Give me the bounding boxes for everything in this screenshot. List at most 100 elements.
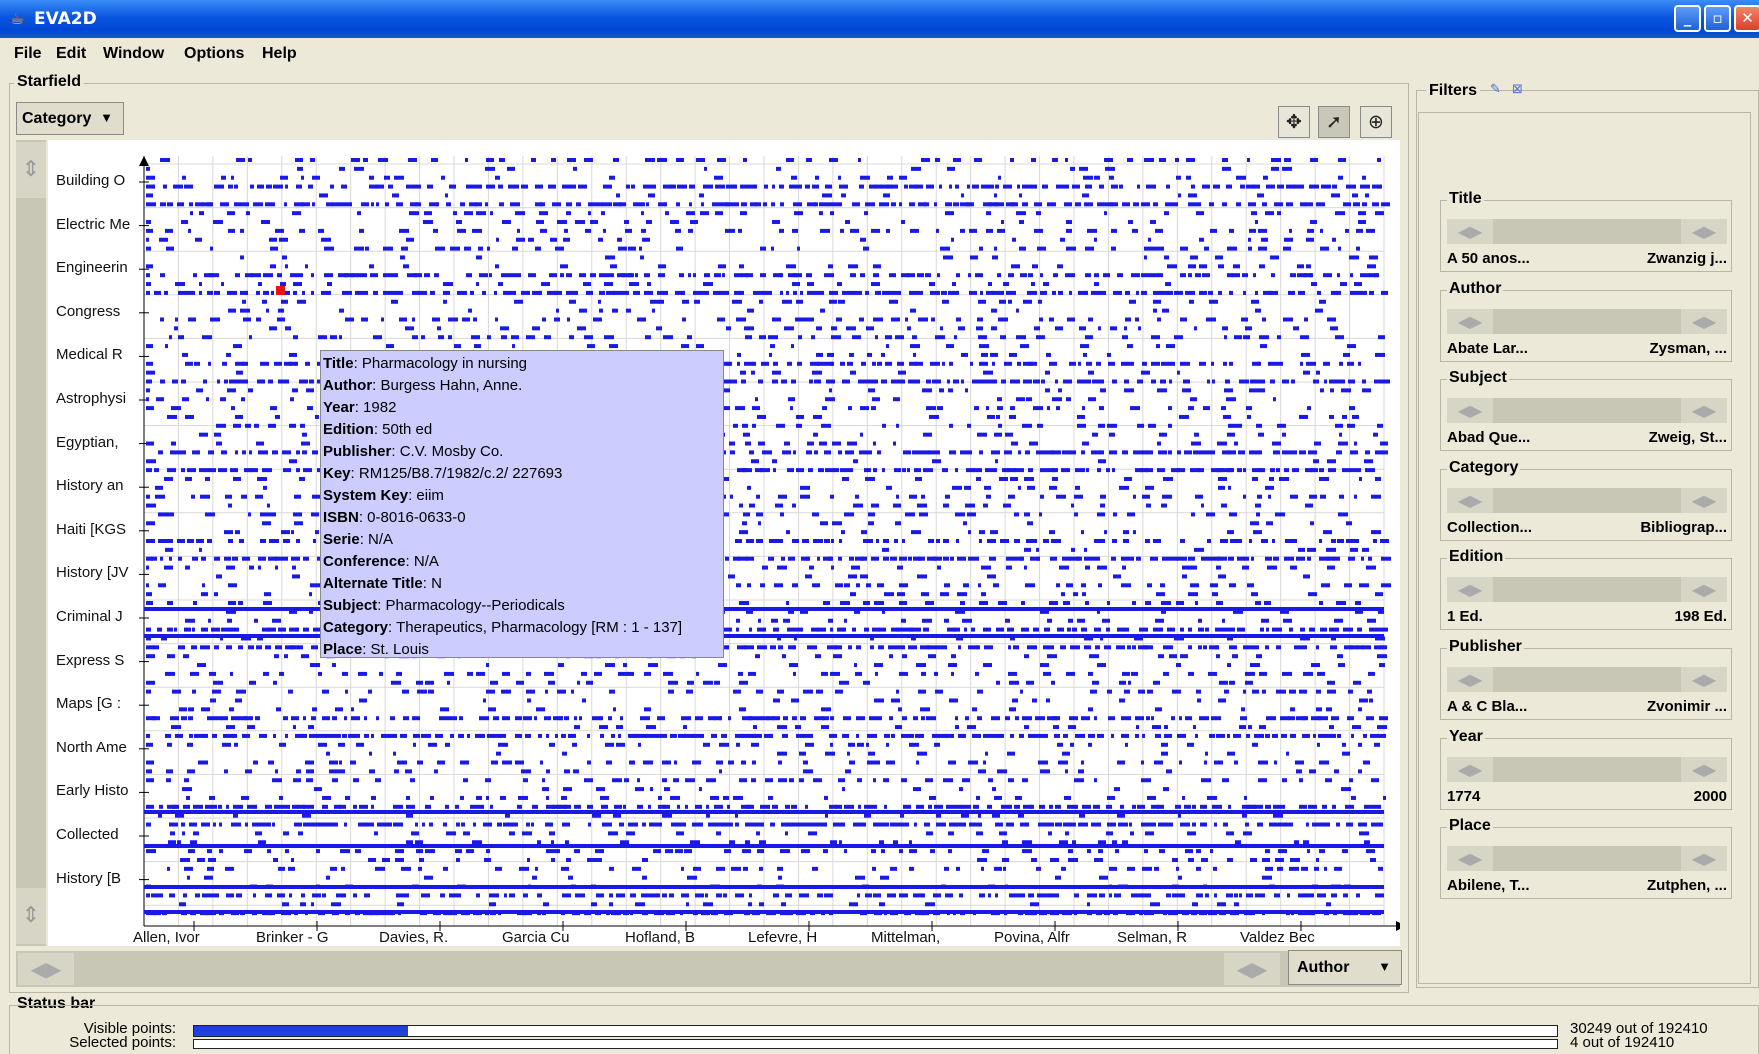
starfield-svg[interactable] xyxy=(48,140,1400,946)
scroll-right-arrow-icon[interactable]: ◀▶ xyxy=(1224,953,1280,985)
range-max-handle-icon[interactable]: ◀▶ xyxy=(1681,219,1727,244)
range-slider[interactable]: ◀▶ ◀▶ xyxy=(1447,756,1727,782)
menu-help[interactable]: Help xyxy=(262,45,297,63)
tooltip-field: Publisher: C.V. Mosby Co. xyxy=(323,441,721,463)
y-axis-label: Express S xyxy=(56,651,125,669)
tooltip-key: Year xyxy=(323,399,355,416)
filter-subject: Subject ◀▶ ◀▶ Abad Que... Zweig, St... xyxy=(1440,369,1732,452)
zoom-icon[interactable]: ⊕ xyxy=(1360,106,1392,138)
move-icon[interactable]: ✥ xyxy=(1278,106,1310,138)
y-axis-attribute-dropdown[interactable]: Category ▼ xyxy=(16,102,124,135)
tooltip-value: : N/A xyxy=(405,553,439,570)
vertical-range-scrollbar[interactable]: ⇕ ⇕ xyxy=(16,140,46,946)
range-min-handle-icon[interactable]: ◀▶ xyxy=(1447,667,1493,692)
tooltip-field: Place: St. Louis xyxy=(323,639,721,661)
x-axis-attribute-dropdown[interactable]: Author ▼ xyxy=(1288,950,1402,985)
tooltip-field: Key: RM125/B8.7/1982/c.2/ 227693 xyxy=(323,463,721,485)
tooltip-key: Author xyxy=(323,377,373,394)
x-axis-label: Allen, Ivor xyxy=(133,929,200,946)
tooltip-field: Author: Burgess Hahn, Anne. xyxy=(323,375,721,397)
horizontal-range-scrollbar[interactable]: ◀▶ ◀▶ xyxy=(16,951,1400,987)
tooltip-value: : Burgess Hahn, Anne. xyxy=(372,377,523,394)
selected-points-label: Selected points: xyxy=(69,1034,176,1051)
filter-min-value: 1 Ed. xyxy=(1447,608,1483,626)
filter-label: Subject xyxy=(1447,369,1509,388)
range-max-handle-icon[interactable]: ◀▶ xyxy=(1681,756,1727,782)
filter-min-value: Collection... xyxy=(1447,518,1533,536)
filter-min-value: Abilene, T... xyxy=(1447,877,1530,895)
filter-min-value: A & C Bla... xyxy=(1447,698,1528,715)
y-axis-label: North Ame xyxy=(56,738,127,756)
filter-label: Title xyxy=(1447,190,1484,208)
minimize-button[interactable]: _ xyxy=(1674,5,1701,32)
filter-max-value: Zysman, ... xyxy=(1649,339,1727,357)
filter-label: Year xyxy=(1447,727,1485,746)
scroll-left-arrow-icon[interactable]: ◀▶ xyxy=(18,953,74,985)
range-slider[interactable]: ◀▶ ◀▶ xyxy=(1447,308,1727,334)
filter-max-value: 2000 xyxy=(1693,787,1727,805)
y-axis-label: Maps [G : xyxy=(56,695,122,713)
tooltip-key: Alternate Title xyxy=(323,575,423,592)
y-axis-label: Egyptian, xyxy=(56,433,119,451)
range-slider[interactable]: ◀▶ ◀▶ xyxy=(1447,667,1727,692)
menu-edit[interactable]: Edit xyxy=(56,45,86,63)
maximize-button[interactable]: ▫ xyxy=(1704,5,1731,32)
range-max-handle-icon[interactable]: ◀▶ xyxy=(1681,667,1727,692)
java-app-icon: ☕ xyxy=(10,9,25,28)
filter-label: Edition xyxy=(1447,548,1506,567)
tooltip-field: Serie: N/A xyxy=(323,529,721,551)
range-min-handle-icon[interactable]: ◀▶ xyxy=(1447,398,1493,424)
y-axis-label: Collected xyxy=(56,826,119,843)
tooltip-value: : Pharmacology--Periodicals xyxy=(377,597,565,614)
range-max-handle-icon[interactable]: ◀▶ xyxy=(1681,577,1727,603)
tooltip-value: : eiim xyxy=(408,487,444,504)
edit-filters-icon[interactable]: ✎ xyxy=(1490,82,1501,97)
range-max-handle-icon[interactable]: ◀▶ xyxy=(1681,398,1727,424)
menu-bar: File Edit Window Options Help xyxy=(0,40,1759,68)
range-min-handle-icon[interactable]: ◀▶ xyxy=(1447,219,1493,244)
range-max-handle-icon[interactable]: ◀▶ xyxy=(1681,308,1727,334)
range-min-handle-icon[interactable]: ◀▶ xyxy=(1447,308,1493,334)
range-min-handle-icon[interactable]: ◀▶ xyxy=(1447,487,1493,513)
menu-file[interactable]: File xyxy=(14,45,42,63)
range-slider[interactable]: ◀▶ ◀▶ xyxy=(1447,398,1727,424)
x-axis-label: Valdez Bec xyxy=(1240,929,1315,946)
selected-point[interactable] xyxy=(276,286,285,295)
filter-label: Author xyxy=(1447,279,1504,298)
filter-max-value: Zwanzig j... xyxy=(1646,250,1727,267)
filter-min-value: A 50 anos... xyxy=(1447,250,1530,267)
scroll-up-arrow-icon[interactable]: ⇕ xyxy=(16,142,46,198)
filter-year: Year ◀▶ ◀▶ 1774 2000 xyxy=(1440,727,1732,810)
range-max-handle-icon[interactable]: ◀▶ xyxy=(1681,846,1727,872)
menu-window[interactable]: Window xyxy=(103,45,164,63)
y-axis-label: Electric Me xyxy=(56,215,131,233)
filters-title: Filters xyxy=(1426,82,1481,100)
tooltip-key: Title xyxy=(323,355,354,372)
visible-points-fill xyxy=(194,1026,408,1036)
range-slider[interactable]: ◀▶ ◀▶ xyxy=(1447,487,1727,513)
range-slider[interactable]: ◀▶ ◀▶ xyxy=(1447,577,1727,603)
range-slider[interactable]: ◀▶ ◀▶ xyxy=(1447,846,1727,872)
close-button[interactable]: ✕ xyxy=(1734,5,1759,32)
tooltip-value: : St. Louis xyxy=(362,641,429,658)
menu-options[interactable]: Options xyxy=(184,45,244,63)
x-axis-label: Brinker - G xyxy=(256,929,329,946)
pointer-icon[interactable]: ➚ xyxy=(1318,106,1350,138)
tooltip-key: Subject xyxy=(323,597,378,614)
tooltip-value: : 0-8016-0633-0 xyxy=(358,509,466,526)
range-min-handle-icon[interactable]: ◀▶ xyxy=(1447,846,1493,872)
tooltip-key: System Key xyxy=(323,487,409,504)
clear-filters-icon[interactable]: ⊠ xyxy=(1512,82,1523,97)
starfield-plot[interactable]: Building O Electric Me Engineerin Congress M… xyxy=(48,140,1400,946)
y-axis-label: Criminal J xyxy=(56,608,123,625)
tooltip-field: Edition: 50th ed xyxy=(323,419,721,441)
range-min-handle-icon[interactable]: ◀▶ xyxy=(1447,577,1493,603)
tooltip-field: Title: Pharmacology in nursing xyxy=(323,353,721,375)
range-max-handle-icon[interactable]: ◀▶ xyxy=(1681,487,1727,513)
range-slider[interactable]: ◀▶ ◀▶ xyxy=(1447,219,1727,244)
filter-publisher: Publisher ◀▶ ◀▶ A & C Bla... Zvonimir ... xyxy=(1440,638,1732,720)
scroll-down-arrow-icon[interactable]: ⇕ xyxy=(16,888,46,944)
filter-max-value: Zvonimir ... xyxy=(1646,698,1727,715)
range-min-handle-icon[interactable]: ◀▶ xyxy=(1447,756,1493,782)
tooltip-value: : N xyxy=(422,575,442,592)
